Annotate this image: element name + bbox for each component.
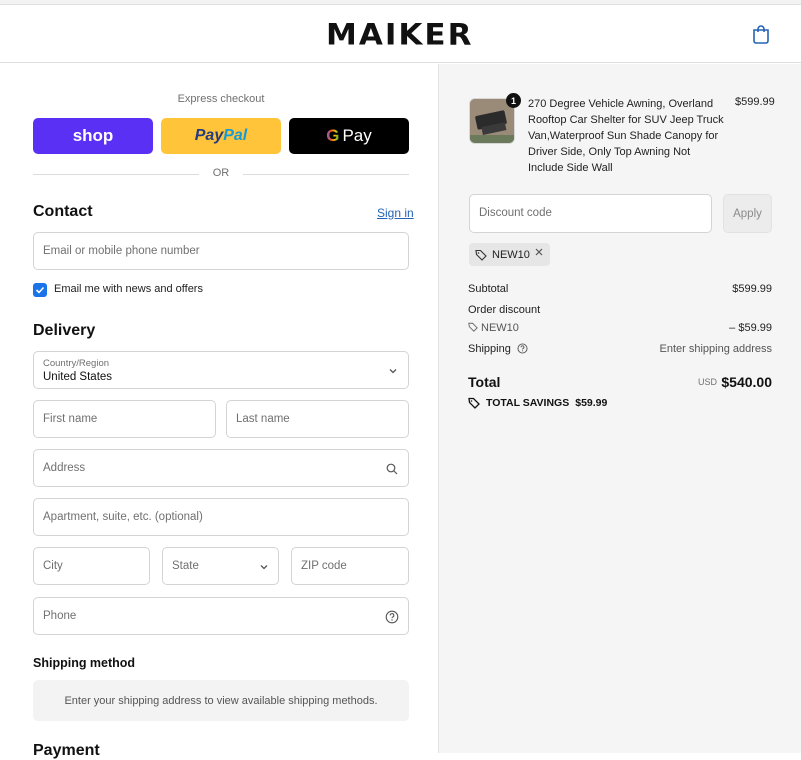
shop-pay-label: shop [72, 126, 114, 145]
first-name-field[interactable]: First name [33, 400, 216, 438]
total-label: Total [468, 374, 501, 390]
tag-icon [468, 322, 478, 332]
state-select[interactable]: State [162, 547, 279, 585]
product-name: 270 Degree Vehicle Awning, Overland Roof… [528, 98, 724, 174]
country-value: United States [43, 371, 113, 383]
applied-code: NEW10 [492, 248, 530, 261]
or-label: OR [212, 167, 230, 179]
discount-code-label: NEW10 [481, 322, 519, 334]
payment-heading: Payment [33, 742, 100, 759]
apartment-placeholder: Apartment, suite, etc. (optional) [43, 511, 203, 523]
city-field[interactable]: City [33, 547, 150, 585]
contact-heading: Contact [33, 203, 93, 220]
tag-icon [475, 249, 487, 261]
last-name-placeholder: Last name [236, 413, 290, 425]
address-field[interactable]: Address [33, 449, 409, 487]
or-divider: OR [33, 167, 409, 181]
apply-label: Apply [733, 207, 762, 220]
discount-value: – $59.99 [729, 322, 772, 334]
divider-line-right [243, 174, 409, 175]
subtotal-row: Subtotal $599.99 [468, 283, 772, 295]
total-value: $540.00 [721, 374, 772, 390]
tag-icon [468, 397, 480, 409]
applied-discount-chip: NEW10 [469, 243, 550, 266]
apartment-field[interactable]: Apartment, suite, etc. (optional) [33, 498, 409, 536]
shipping-method-placeholder: Enter your shipping address to view avai… [33, 680, 409, 721]
paypal-button[interactable]: Pay Pal [161, 118, 281, 154]
paypal-label-part2: Pal [223, 127, 248, 144]
country-label: Country/Region [43, 358, 110, 369]
product-price: $599.99 [735, 96, 775, 108]
shipping-method-heading: Shipping method [33, 656, 136, 670]
shopping-bag-icon[interactable] [752, 24, 770, 44]
newsletter-label: Email me with news and offers [54, 283, 203, 295]
checkout-form: Express checkout shop Pay Pal G Pay OR Con… [0, 64, 438, 759]
chevron-down-icon [389, 369, 397, 374]
shipping-value: Enter shipping address [659, 343, 772, 355]
first-name-placeholder: First name [43, 413, 98, 425]
google-pay-label: Pay [342, 126, 372, 145]
sign-in-link[interactable]: Sign in [377, 206, 414, 220]
newsletter-checkbox[interactable] [33, 283, 47, 297]
google-g-icon: G [326, 126, 340, 145]
savings-label: TOTAL SAVINGS [486, 397, 570, 409]
email-placeholder: Email or mobile phone number [43, 245, 200, 257]
checkmark-icon [35, 286, 45, 294]
city-placeholder: City [43, 560, 63, 572]
discount-code-row: NEW10 – $59.99 [468, 322, 772, 334]
paypal-label-part1: Pay [194, 127, 224, 144]
total-savings: TOTAL SAVINGS $59.99 [468, 397, 607, 409]
help-icon[interactable] [517, 343, 528, 354]
order-discount-row: Order discount [468, 304, 772, 316]
savings-value: $59.99 [575, 397, 608, 409]
zip-placeholder: ZIP code [301, 560, 347, 572]
order-discount-label: Order discount [468, 304, 541, 316]
store-logo[interactable]: MAIKER [326, 18, 473, 52]
site-header: MAIKER [0, 5, 801, 63]
search-icon[interactable] [386, 463, 398, 475]
subtotal-label: Subtotal [468, 283, 509, 295]
quantity-badge: 1 [506, 93, 521, 108]
discount-placeholder: Discount code [479, 207, 552, 219]
shipping-row: Shipping Enter shipping address [468, 343, 772, 355]
chevron-down-icon [260, 565, 268, 570]
email-field[interactable]: Email or mobile phone number [33, 232, 409, 270]
subtotal-value: $599.99 [732, 283, 772, 295]
delivery-heading: Delivery [33, 322, 96, 339]
apply-button[interactable]: Apply [723, 194, 772, 233]
state-placeholder: State [172, 560, 199, 572]
last-name-field[interactable]: Last name [226, 400, 409, 438]
phone-placeholder: Phone [43, 610, 77, 622]
shipping-label: Shipping [468, 343, 511, 355]
address-placeholder: Address [43, 462, 86, 474]
google-pay-button[interactable]: G Pay [289, 118, 409, 154]
discount-code-field[interactable]: Discount code [469, 194, 712, 233]
shipping-method-message: Enter your shipping address to view avai… [64, 694, 378, 707]
remove-discount-icon[interactable] [534, 247, 544, 257]
total-currency: USD [698, 377, 718, 387]
express-checkout-title: Express checkout [177, 93, 265, 105]
shop-pay-button[interactable]: shop [33, 118, 153, 154]
help-icon[interactable] [385, 610, 399, 624]
phone-field[interactable]: Phone [33, 597, 409, 635]
country-select[interactable]: Country/Region United States [33, 351, 409, 389]
order-summary: 1 270 Degree Vehicle Awning, Overland Ro… [438, 64, 801, 753]
zip-field[interactable]: ZIP code [291, 547, 409, 585]
